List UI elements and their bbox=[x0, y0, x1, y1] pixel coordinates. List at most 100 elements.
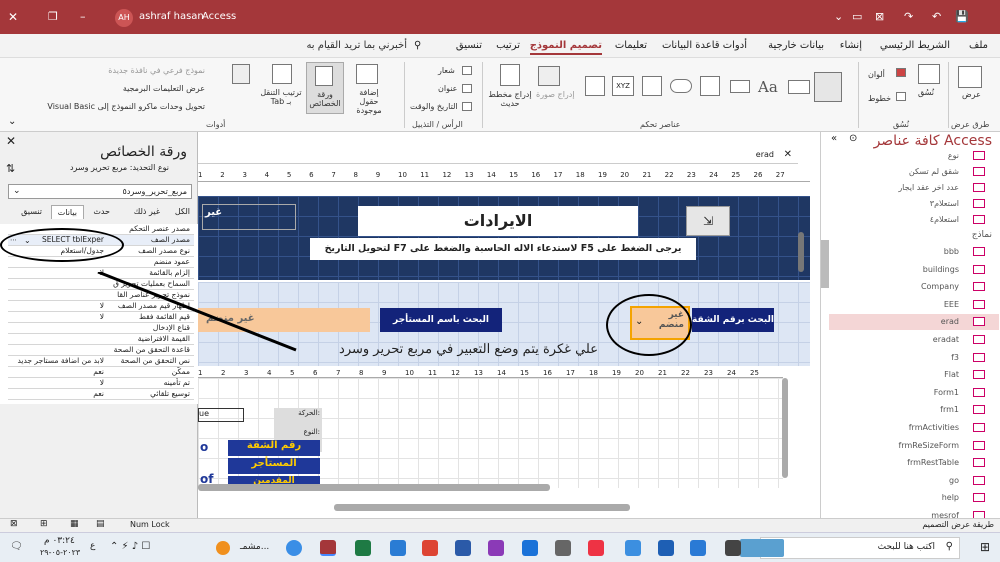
nav-scrollbar[interactable] bbox=[821, 240, 829, 288]
nav-item[interactable]: erad bbox=[829, 314, 999, 331]
nav-item[interactable]: go bbox=[829, 473, 999, 489]
subform-label-tenant[interactable]: المستأجر bbox=[228, 458, 320, 474]
media-app-icon[interactable] bbox=[488, 540, 504, 556]
button-control-icon[interactable] bbox=[730, 80, 750, 93]
nav-item[interactable]: frmActivities bbox=[829, 420, 999, 436]
select-pointer-icon[interactable] bbox=[814, 72, 842, 102]
subform-label-unit[interactable]: رقم الشقة bbox=[228, 440, 320, 456]
tab-create[interactable]: إنشاء bbox=[840, 40, 862, 51]
search-unit-label[interactable]: البحث برقم الشقة bbox=[692, 308, 774, 332]
layout-view-icon[interactable]: ⊞ bbox=[40, 519, 48, 529]
tell-me-input[interactable]: أخبرني بما تريد القيام به bbox=[306, 40, 407, 51]
nav-item[interactable]: eradat bbox=[829, 332, 999, 348]
form-view-icon[interactable]: ▦ bbox=[70, 519, 79, 529]
datetime-button[interactable]: التاريخ والوقت bbox=[410, 102, 458, 111]
nav-item[interactable]: EEE bbox=[829, 297, 999, 313]
tab-form-design[interactable]: تصميم النموذج bbox=[529, 40, 602, 55]
navigation-control-icon[interactable]: XYZ bbox=[612, 76, 634, 96]
close-window-icon[interactable]: ✕ bbox=[8, 10, 18, 24]
form-vertical-scrollbar[interactable] bbox=[798, 232, 804, 272]
insert-image-button[interactable]: إدراج صورة bbox=[536, 90, 575, 99]
fonts-button[interactable]: خطوط bbox=[868, 94, 891, 103]
nav-item[interactable]: frm1 bbox=[829, 402, 999, 418]
sort-icon[interactable]: ⇅ bbox=[6, 162, 15, 175]
design-view-icon[interactable]: ⊠ bbox=[10, 519, 18, 529]
search-tenant-label[interactable]: البحث باسم المستأجر bbox=[380, 308, 502, 332]
subform-new-window-button[interactable]: نموذج فرعي في نافذة جديدة bbox=[62, 66, 205, 75]
clock-time[interactable]: ٠٣:٢٤ م bbox=[44, 536, 75, 546]
tab-home[interactable]: الشريط الرئيسي bbox=[880, 40, 950, 51]
collapse-ribbon-icon[interactable]: ⌄ bbox=[8, 116, 16, 127]
redo-icon[interactable]: ↷ bbox=[904, 10, 913, 23]
undo-icon[interactable]: ↶ bbox=[932, 10, 941, 23]
clock-date[interactable]: ٢٠٢٣-٠٥-٢٩ bbox=[40, 548, 80, 557]
tab-order-button[interactable]: ترتيب التنقل بـ Tab bbox=[258, 88, 304, 106]
tab-external-data[interactable]: بيانات خارجية bbox=[768, 40, 824, 51]
tab-order-icon[interactable] bbox=[272, 64, 292, 84]
notification-icon[interactable]: 🗨 bbox=[10, 541, 23, 552]
nav-section-forms[interactable]: نماذج bbox=[972, 230, 992, 240]
tab-data[interactable]: بيانات bbox=[50, 205, 84, 219]
edge-app-icon[interactable] bbox=[522, 540, 538, 556]
weather-widget[interactable] bbox=[740, 539, 784, 557]
form-tab-erad[interactable]: erad bbox=[756, 150, 774, 159]
dropdown-icon[interactable]: ⌄ bbox=[834, 10, 843, 23]
insert-image-icon[interactable] bbox=[538, 66, 560, 86]
tab-format[interactable]: تنسيق bbox=[21, 207, 42, 216]
pdf-app-icon[interactable] bbox=[422, 540, 438, 556]
title-button[interactable]: عنوان bbox=[438, 84, 457, 93]
object-selector[interactable]: ⌄ مربع_تحرير_وسرد٥ bbox=[8, 184, 192, 199]
tab-file[interactable]: ملف bbox=[969, 40, 988, 51]
mail-icon[interactable] bbox=[625, 540, 641, 556]
tab-other[interactable]: غير ذلك bbox=[134, 207, 160, 216]
add-fields-button[interactable]: إضافة حقول موجودة bbox=[349, 88, 389, 115]
logo-button[interactable]: شعار bbox=[438, 66, 455, 75]
collapse-pane-icon[interactable]: « bbox=[831, 133, 837, 144]
property-row[interactable]: توسيع تلقائي نعم bbox=[8, 389, 194, 400]
nav-item[interactable]: Company bbox=[829, 279, 999, 295]
tray-icons[interactable]: ⌃ ⚡ ♪ ☐ bbox=[110, 541, 150, 552]
tab-arrange[interactable]: ترتيب bbox=[496, 40, 520, 51]
property-row[interactable]: تم تأمينه لا bbox=[8, 378, 194, 389]
add-fields-icon[interactable] bbox=[356, 64, 378, 84]
access-app-icon[interactable] bbox=[320, 540, 336, 556]
edge-browser-icon[interactable] bbox=[286, 540, 302, 556]
subform-horizontal-scrollbar[interactable] bbox=[198, 484, 550, 491]
tab-all[interactable]: الكل bbox=[175, 207, 190, 216]
language-indicator[interactable]: ع bbox=[90, 541, 95, 551]
option-group-icon[interactable] bbox=[585, 76, 605, 96]
nav-item[interactable]: bbb bbox=[829, 244, 999, 260]
tab-control-icon[interactable] bbox=[700, 76, 720, 96]
windows-start-icon[interactable]: ⊞ bbox=[980, 540, 990, 554]
task-view-icon[interactable] bbox=[725, 540, 741, 556]
nav-item[interactable]: help bbox=[829, 490, 999, 506]
nav-item[interactable]: استعلام٤ bbox=[829, 212, 999, 228]
nav-options-icon[interactable]: ⊙ bbox=[849, 133, 857, 144]
nav-item[interactable]: frmReSizeForm bbox=[829, 438, 999, 454]
insert-chart-button[interactable]: إدراج مخطط حديث bbox=[488, 90, 532, 108]
photos-app-icon[interactable] bbox=[555, 540, 571, 556]
nav-item[interactable]: f3 bbox=[829, 350, 999, 366]
excel-app-icon[interactable] bbox=[355, 540, 371, 556]
taskbar-search-box[interactable]: اكتب هنا للبحث ⚲ bbox=[760, 537, 960, 559]
themes-icon[interactable] bbox=[918, 64, 940, 84]
open-form-button[interactable]: ⇲ bbox=[686, 206, 730, 236]
avatar[interactable]: AH bbox=[115, 9, 133, 27]
convert-macros-button[interactable]: تحويل وحدات ماكرو النموذج إلى Visual Bas… bbox=[38, 102, 205, 111]
nav-item[interactable]: عدد اخر عقد ايجار bbox=[829, 180, 999, 196]
colors-button[interactable]: ألوان bbox=[868, 70, 885, 79]
minimize-window-icon[interactable]: – bbox=[80, 10, 86, 23]
nav-item[interactable]: buildings bbox=[829, 262, 999, 278]
instruction-label[interactable]: يرجى الضغط على F5 لاستدعاء الاله الحاسبة… bbox=[310, 238, 696, 260]
textbox-control-icon[interactable] bbox=[788, 80, 810, 94]
form-horizontal-scrollbar[interactable] bbox=[334, 504, 630, 511]
datasheet-view-icon[interactable]: ▤ bbox=[96, 519, 105, 529]
nav-item[interactable]: شقق لم تسكن bbox=[829, 164, 999, 180]
label-control-icon[interactable]: Aa bbox=[758, 78, 778, 96]
nav-item[interactable]: Flat bbox=[829, 367, 999, 383]
mail-app-icon[interactable] bbox=[690, 540, 706, 556]
save-icon[interactable]: 💾 bbox=[955, 10, 969, 23]
convert-icon[interactable] bbox=[232, 64, 250, 84]
folder-icon[interactable]: ▭ bbox=[852, 10, 862, 23]
nav-item[interactable]: استعلام٣ bbox=[829, 196, 999, 212]
